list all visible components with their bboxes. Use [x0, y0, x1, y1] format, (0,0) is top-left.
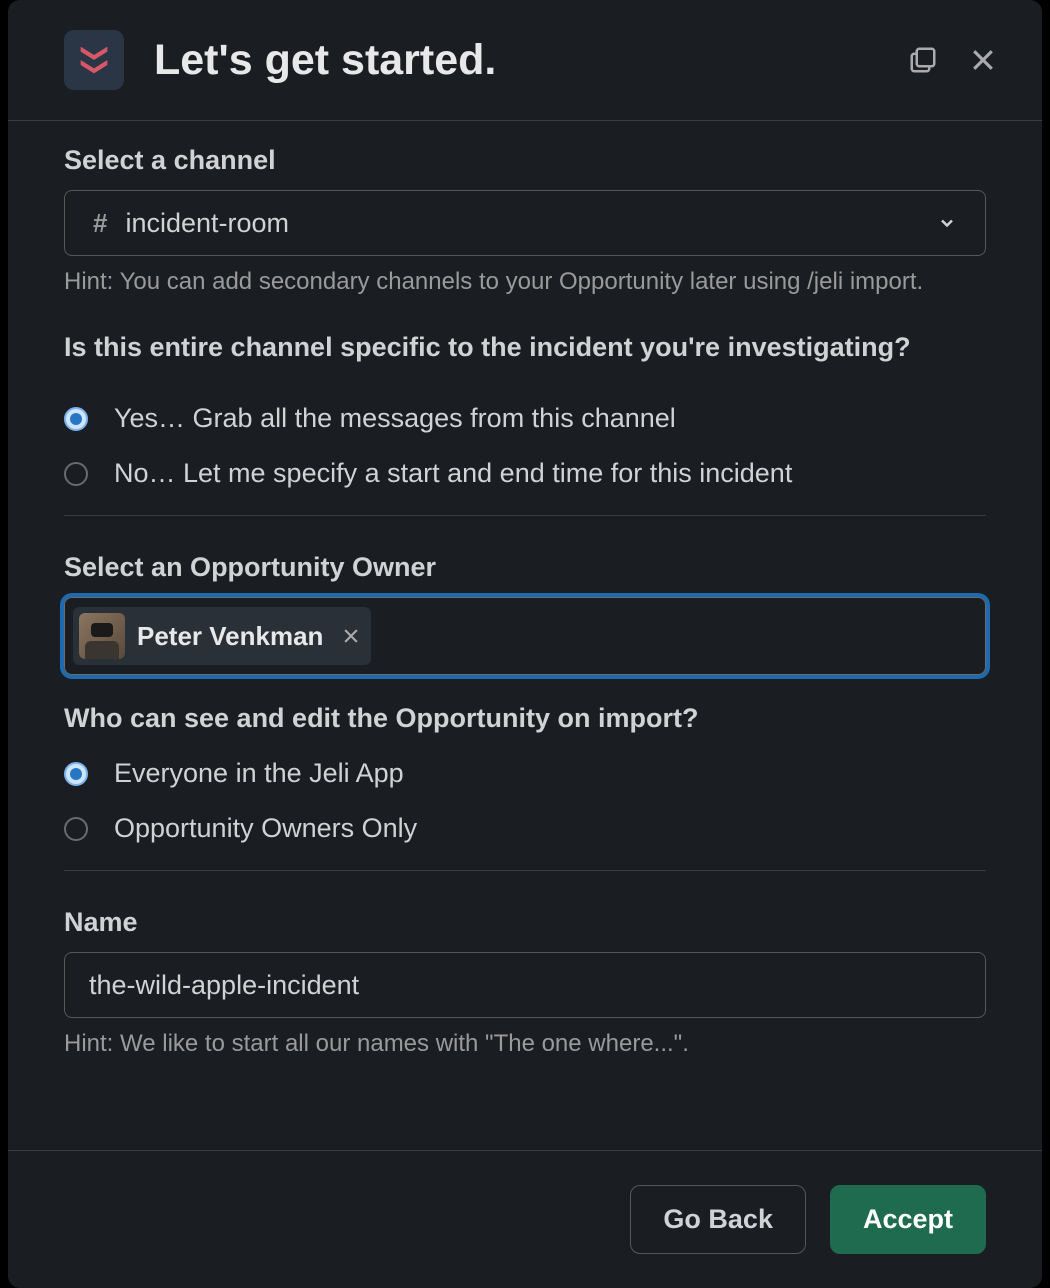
- visibility-radio-group: Everyone in the Jeli App Opportunity Own…: [64, 758, 986, 844]
- radio-label: Opportunity Owners Only: [114, 813, 417, 844]
- close-icon: [968, 45, 998, 75]
- scope-radio-group: Yes… Grab all the messages from this cha…: [64, 403, 986, 489]
- modal-header: Let's get started.: [8, 0, 1042, 121]
- modal-title: Let's get started.: [154, 36, 908, 85]
- channel-value: incident-room: [125, 208, 937, 239]
- name-label: Name: [64, 907, 986, 938]
- close-icon: [341, 626, 361, 646]
- owner-label: Select an Opportunity Owner: [64, 552, 986, 583]
- new-window-button[interactable]: [908, 45, 938, 75]
- owner-name: Peter Venkman: [137, 621, 323, 652]
- avatar: [79, 613, 125, 659]
- visibility-question: Who can see and edit the Opportunity on …: [64, 703, 986, 734]
- radio-icon: [64, 817, 88, 841]
- modal-footer: Go Back Accept: [8, 1150, 1042, 1288]
- hash-icon: #: [93, 208, 107, 239]
- close-button[interactable]: [968, 45, 998, 75]
- radio-icon: [64, 407, 88, 431]
- scope-question: Is this entire channel specific to the i…: [64, 332, 986, 363]
- channel-select[interactable]: # incident-room: [64, 190, 986, 256]
- new-window-icon: [908, 45, 938, 75]
- radio-label: No… Let me specify a start and end time …: [114, 458, 792, 489]
- modal-body: Select a channel # incident-room Hint: Y…: [8, 121, 1042, 1150]
- app-icon: [64, 30, 124, 90]
- go-back-button[interactable]: Go Back: [630, 1185, 806, 1254]
- name-input-box: [64, 952, 986, 1018]
- visibility-option-owners[interactable]: Opportunity Owners Only: [64, 813, 986, 844]
- visibility-option-everyone[interactable]: Everyone in the Jeli App: [64, 758, 986, 789]
- owner-chip[interactable]: Peter Venkman: [73, 607, 371, 665]
- modal: Let's get started. Select a channel # in…: [8, 0, 1042, 1288]
- chevron-down-icon: [937, 213, 957, 233]
- scope-option-yes[interactable]: Yes… Grab all the messages from this cha…: [64, 403, 986, 434]
- radio-icon: [64, 462, 88, 486]
- header-actions: [908, 45, 998, 75]
- jeli-logo-icon: [74, 40, 114, 80]
- name-input[interactable]: [65, 953, 985, 1017]
- radio-label: Yes… Grab all the messages from this cha…: [114, 403, 676, 434]
- radio-label: Everyone in the Jeli App: [114, 758, 404, 789]
- owner-field[interactable]: Peter Venkman: [64, 597, 986, 675]
- radio-icon: [64, 762, 88, 786]
- name-hint: Hint: We like to start all our names wit…: [64, 1030, 986, 1058]
- channel-label: Select a channel: [64, 145, 986, 176]
- divider: [64, 870, 986, 871]
- scope-option-no[interactable]: No… Let me specify a start and end time …: [64, 458, 986, 489]
- channel-hint: Hint: You can add secondary channels to …: [64, 268, 986, 296]
- divider: [64, 515, 986, 516]
- accept-button[interactable]: Accept: [830, 1185, 986, 1254]
- chip-remove-button[interactable]: [341, 626, 361, 646]
